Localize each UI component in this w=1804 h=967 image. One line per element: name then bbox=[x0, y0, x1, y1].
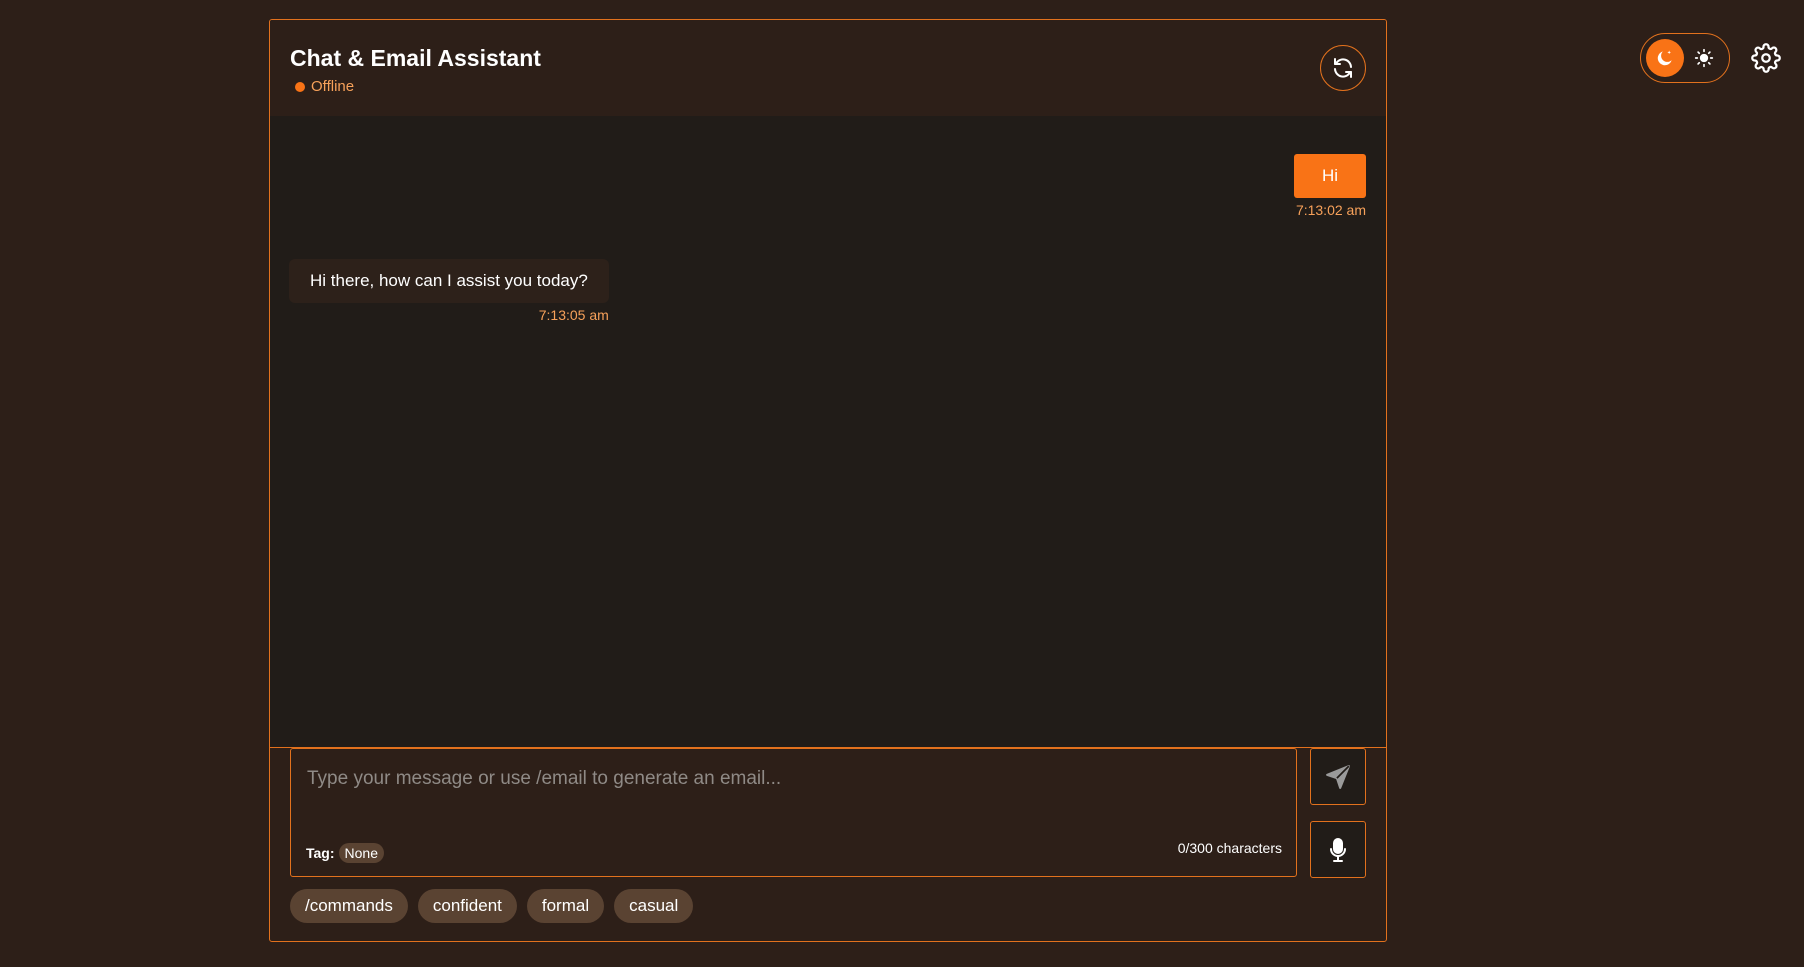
chip-confident[interactable]: confident bbox=[417, 889, 517, 923]
message-timestamp: 7:13:02 am bbox=[1295, 202, 1366, 218]
send-icon bbox=[1326, 764, 1350, 789]
tag-label: Tag: bbox=[306, 845, 335, 861]
settings-button[interactable] bbox=[1751, 43, 1781, 73]
chip-commands[interactable]: /commands bbox=[290, 889, 408, 923]
chat-header: Chat & Email Assistant Offline bbox=[270, 20, 1386, 116]
microphone-button[interactable] bbox=[1310, 821, 1366, 878]
user-message-bubble: Hi bbox=[1294, 154, 1366, 198]
assistant-message-bubble: Hi there, how can I assist you today? bbox=[289, 259, 609, 303]
quick-chips: /commands confident formal casual bbox=[290, 889, 694, 923]
message-input[interactable] bbox=[305, 767, 1269, 791]
send-button[interactable] bbox=[1310, 748, 1366, 805]
status-dot bbox=[295, 81, 305, 92]
moon-icon bbox=[1657, 50, 1672, 66]
theme-knob bbox=[1646, 39, 1684, 77]
status-text: Offline bbox=[311, 78, 355, 95]
message-list: Hi 7:13:02 am Hi there, how can I assist… bbox=[270, 116, 1386, 748]
refresh-icon bbox=[1334, 58, 1352, 78]
tag-row: Tag: None bbox=[306, 843, 384, 863]
chip-formal[interactable]: formal bbox=[526, 889, 605, 923]
chip-casual[interactable]: casual bbox=[614, 889, 694, 923]
gear-icon bbox=[1751, 43, 1781, 73]
tag-badge[interactable]: None bbox=[338, 843, 384, 863]
chat-title: Chat & Email Assistant bbox=[290, 45, 541, 71]
refresh-button[interactable] bbox=[1320, 45, 1366, 91]
mic-icon bbox=[1330, 837, 1346, 862]
assistant-message: Hi there, how can I assist you today? 7:… bbox=[289, 259, 609, 323]
message-timestamp: 7:13:05 am bbox=[538, 307, 609, 323]
user-message: Hi 7:13:02 am bbox=[1294, 154, 1366, 218]
character-counter: 0/300 characters bbox=[1177, 840, 1282, 856]
chat-window: Chat & Email Assistant Offline Hi 7:13:0… bbox=[269, 19, 1387, 942]
status-indicator: Offline bbox=[295, 78, 354, 95]
composer-box: Tag: None 0/300 characters bbox=[290, 748, 1297, 877]
sun-option bbox=[1694, 48, 1714, 68]
theme-toggle[interactable] bbox=[1640, 33, 1730, 83]
app-page: Chat & Email Assistant Offline Hi 7:13:0… bbox=[0, 0, 1804, 967]
sun-icon bbox=[1694, 48, 1714, 68]
